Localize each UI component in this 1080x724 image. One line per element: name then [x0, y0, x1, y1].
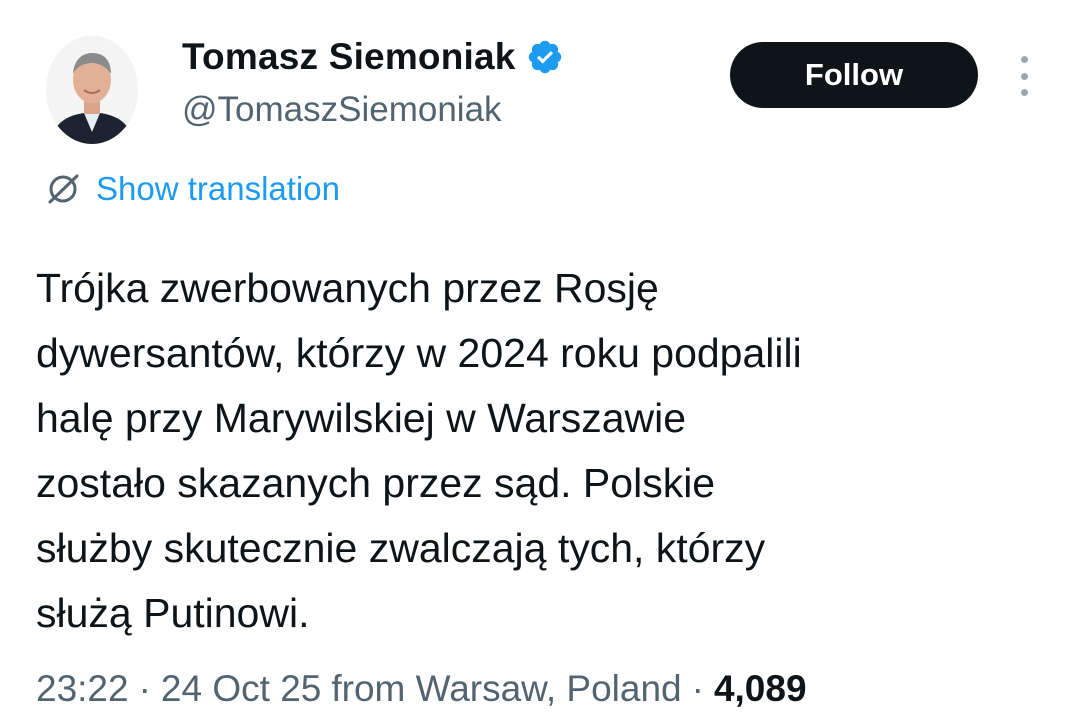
tweet-text-line: Trójka zwerbowanych przez Rosję	[36, 265, 659, 311]
meta-separator: ·	[691, 668, 704, 709]
more-options-icon[interactable]	[1012, 56, 1036, 96]
tweet-metadata: 23:22 · 24 Oct 25 from Warsaw, Poland · …	[36, 668, 807, 710]
more-dot	[1020, 56, 1028, 63]
show-translation-label[interactable]: Show translation	[96, 170, 340, 208]
show-translation-button[interactable]: Show translation	[44, 170, 340, 208]
more-dot	[1020, 89, 1028, 96]
username-handle[interactable]: @TomaszSiemoniak	[182, 90, 502, 130]
display-name[interactable]: Tomasz Siemoniak	[182, 36, 516, 78]
tweet-text-line: służą Putinowi.	[36, 590, 310, 636]
avatar[interactable]	[46, 36, 138, 144]
tweet-text-line: dywersantów, którzy w 2024 roku podpalil…	[36, 330, 802, 376]
follow-button[interactable]: Follow	[730, 42, 978, 108]
tweet-text: Trójka zwerbowanych przez Rosję dywersan…	[36, 256, 1066, 646]
globe-slash-icon	[48, 174, 79, 204]
tweet-text-line: zostało skazanych przez sąd. Polskie	[36, 460, 716, 506]
post-time[interactable]: 23:22	[36, 668, 129, 710]
post-date[interactable]: 24 Oct 25	[161, 668, 321, 710]
verified-badge-icon[interactable]	[526, 38, 564, 76]
tweet-text-line: służby skutecznie zwalczają tych, którzy	[36, 525, 766, 571]
avatar-photo	[46, 36, 138, 144]
author-name-row: Tomasz Siemoniak	[182, 36, 564, 78]
more-dot	[1020, 72, 1028, 80]
views-count[interactable]: 4,089	[714, 668, 807, 710]
tweet-text-line: halę przy Marywilskiej w Warszawie	[36, 395, 687, 441]
post-location: from Warsaw, Poland	[331, 668, 682, 709]
meta-separator: ·	[138, 668, 151, 709]
